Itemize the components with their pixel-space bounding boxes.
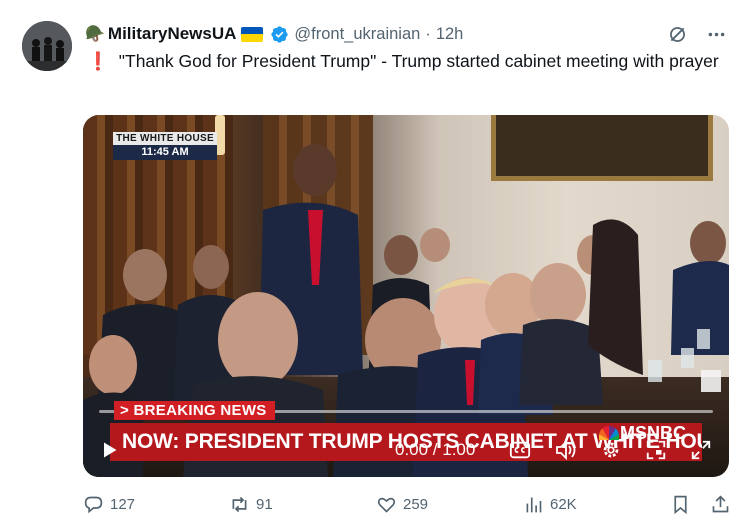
view-count: 62K xyxy=(550,496,577,513)
breaking-news-banner: > BREAKING NEWS xyxy=(114,401,275,420)
fullscreen-button[interactable] xyxy=(688,433,714,467)
picture-in-picture-button[interactable] xyxy=(643,433,669,467)
separator-dot: · xyxy=(425,24,431,43)
views-button[interactable]: 62K xyxy=(523,494,577,515)
white-house-badge-title: THE WHITE HOUSE xyxy=(113,132,217,145)
video-timecode: 0:00 / 1:00 xyxy=(395,440,476,459)
exclamation-icon: ❗ xyxy=(87,51,109,71)
avatar-image xyxy=(22,21,72,71)
tweet-text: ❗ "Thank God for President Trump" - Trump… xyxy=(83,49,733,73)
soldier-emoji-icon: 🪖 xyxy=(85,26,105,43)
white-house-badge-time: 11:45 AM xyxy=(113,145,217,160)
reply-button[interactable]: 127 xyxy=(83,494,135,515)
author-name-text[interactable]: MilitaryNewsUA xyxy=(108,24,236,44)
tweet-actions: 127 91 259 62K xyxy=(83,494,729,518)
captions-icon xyxy=(509,441,531,459)
grok-icon[interactable] xyxy=(667,24,688,45)
bookmark-button[interactable] xyxy=(670,494,691,515)
settings-button[interactable] xyxy=(598,433,624,467)
captions-button[interactable] xyxy=(507,433,533,467)
bookmark-icon xyxy=(674,495,687,515)
avatar[interactable] xyxy=(22,21,72,71)
tweet-header: 🪖 MilitaryNewsUA @front_ukrainian · 12h xyxy=(85,22,727,46)
more-icon[interactable] xyxy=(706,24,727,45)
repost-button[interactable]: 91 xyxy=(229,494,273,515)
fullscreen-icon xyxy=(691,440,711,460)
share-button[interactable] xyxy=(710,494,731,515)
heart-icon xyxy=(377,497,396,513)
white-house-badge: THE WHITE HOUSE 11:45 AM xyxy=(113,132,217,160)
reply-count: 127 xyxy=(110,496,136,513)
play-icon xyxy=(104,442,117,458)
video-player[interactable]: THE WHITE HOUSE 11:45 AM > BREAKING NEWS… xyxy=(83,115,729,477)
share-icon xyxy=(712,495,729,513)
verified-badge-icon xyxy=(271,25,289,43)
play-button[interactable] xyxy=(97,433,121,467)
author-name[interactable]: 🪖 MilitaryNewsUA xyxy=(85,24,289,44)
ukraine-flag-icon xyxy=(241,26,264,42)
video-controls: 0:00 / 1:00 xyxy=(83,433,729,467)
volume-button[interactable] xyxy=(553,433,579,467)
like-button[interactable]: 259 xyxy=(376,494,428,515)
tweet-body: "Thank God for President Trump" - Trump … xyxy=(118,51,719,71)
gear-icon xyxy=(603,442,619,458)
like-count: 259 xyxy=(403,496,429,513)
reply-icon xyxy=(84,496,103,514)
repost-count: 91 xyxy=(256,496,273,513)
volume-icon xyxy=(556,439,576,461)
repost-icon xyxy=(232,496,247,513)
views-icon xyxy=(526,497,542,513)
author-handle[interactable]: @front_ukrainian xyxy=(294,25,420,44)
post-time[interactable]: 12h xyxy=(436,25,464,44)
pip-icon xyxy=(646,440,666,460)
